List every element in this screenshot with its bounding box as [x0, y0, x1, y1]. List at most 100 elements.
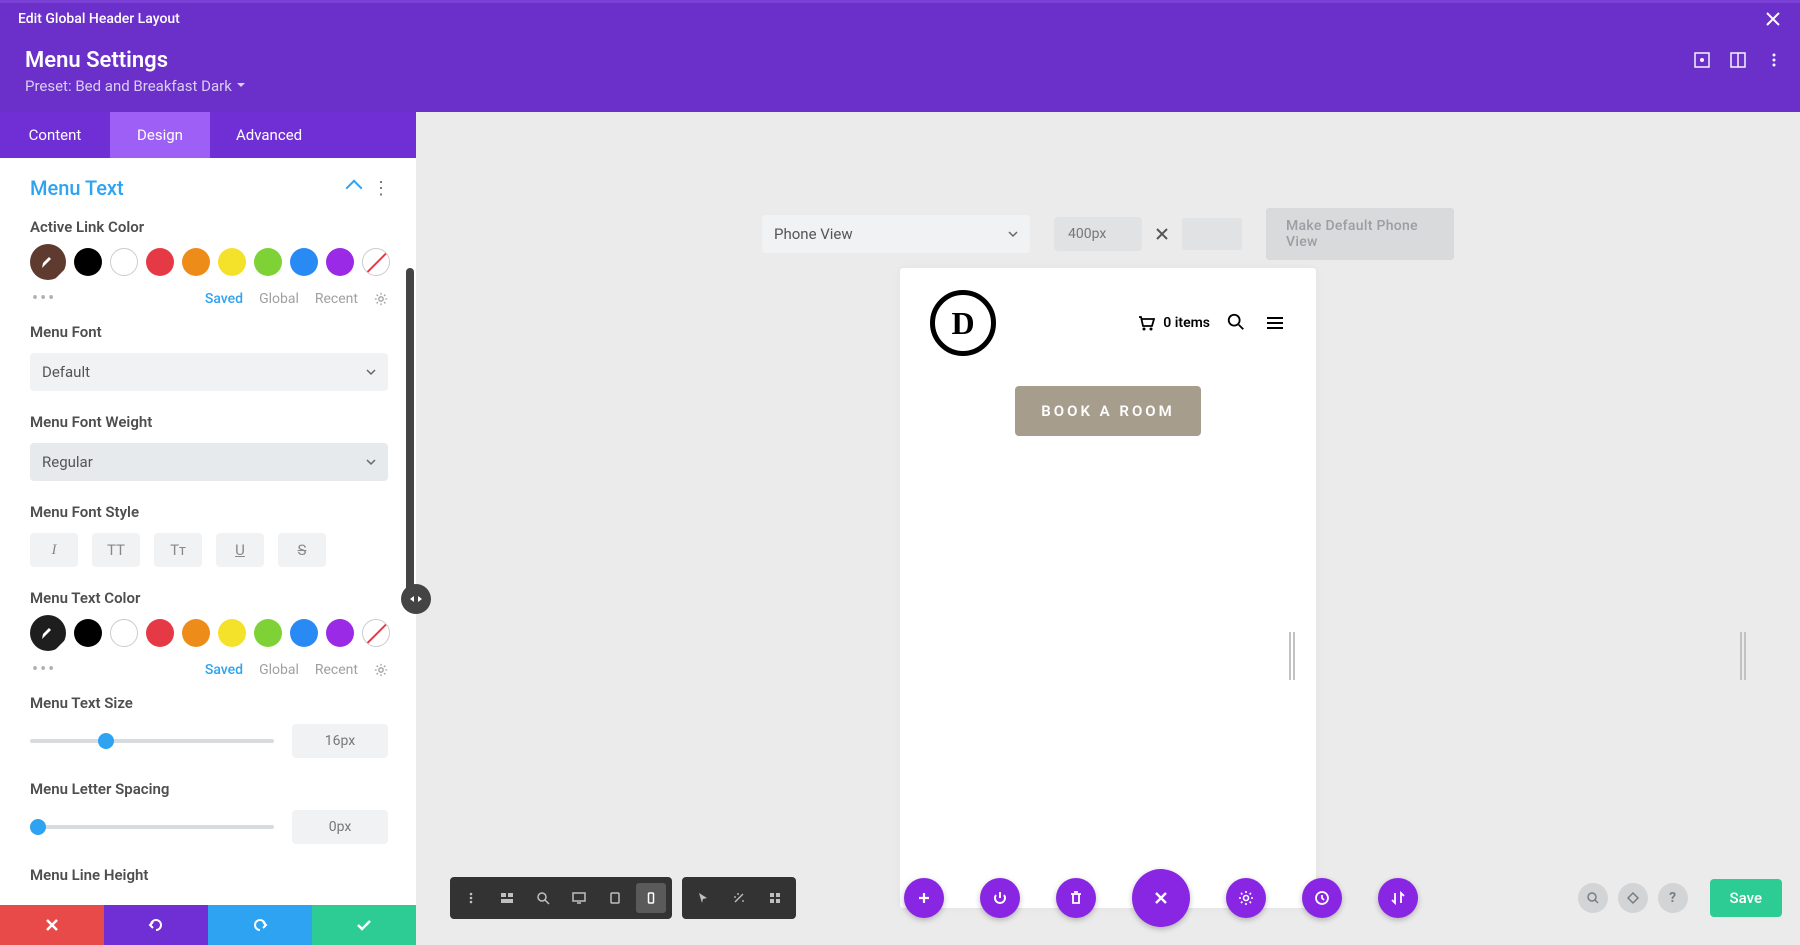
letter-spacing-value[interactable]: 0px: [292, 810, 388, 844]
style-italic[interactable]: I: [30, 533, 78, 567]
book-room-button[interactable]: BOOK A ROOM: [1015, 386, 1201, 436]
confirm-button[interactable]: [312, 905, 416, 945]
chevron-up-icon[interactable]: [346, 180, 363, 197]
settings-button[interactable]: [1226, 878, 1266, 918]
text-size-slider[interactable]: [30, 739, 274, 743]
swatch-yellow[interactable]: [218, 619, 246, 647]
chip-recent[interactable]: Recent: [315, 662, 358, 678]
sort-button[interactable]: [1378, 878, 1418, 918]
search-icon[interactable]: [1226, 312, 1248, 334]
zoom-icon[interactable]: [528, 883, 558, 913]
swatch-purple[interactable]: [326, 248, 354, 276]
swatch-none[interactable]: [362, 248, 390, 276]
tab-content[interactable]: Content: [0, 112, 110, 158]
swatch-custom[interactable]: [30, 244, 66, 280]
make-default-button[interactable]: Make Default Phone View: [1266, 208, 1454, 260]
section-title[interactable]: Menu Text: [30, 176, 348, 200]
zoom-tool-icon[interactable]: [1578, 883, 1608, 913]
lozenge-icon[interactable]: [1618, 883, 1648, 913]
chip-saved[interactable]: Saved: [205, 662, 243, 678]
chip-global[interactable]: Global: [259, 291, 299, 307]
swatch-green[interactable]: [254, 619, 282, 647]
scrollbar[interactable]: [406, 268, 414, 598]
hamburger-icon[interactable]: [1264, 312, 1286, 334]
more-vert-icon[interactable]: [1766, 52, 1782, 68]
swatch-white[interactable]: [110, 619, 138, 647]
cart-count-label: 0 items: [1163, 315, 1210, 331]
swatch-black[interactable]: [74, 619, 102, 647]
menu-font-weight-select[interactable]: Regular: [30, 443, 388, 481]
phone-icon[interactable]: [636, 883, 666, 913]
power-button[interactable]: [980, 878, 1020, 918]
chip-recent[interactable]: Recent: [315, 291, 358, 307]
swatch-red[interactable]: [146, 248, 174, 276]
gear-icon[interactable]: [374, 292, 388, 306]
wireframe-icon[interactable]: [492, 883, 522, 913]
swatch-blue[interactable]: [290, 619, 318, 647]
menu-font-select[interactable]: Default: [30, 353, 388, 391]
preset-selector[interactable]: Preset: Bed and Breakfast Dark: [25, 77, 1694, 95]
tab-design[interactable]: Design: [110, 112, 210, 158]
gear-icon[interactable]: [374, 663, 388, 677]
cart-items[interactable]: 0 items: [1137, 314, 1210, 332]
tab-advanced[interactable]: Advanced: [210, 112, 416, 158]
swatches-text-color: [30, 619, 388, 651]
columns-icon[interactable]: [1730, 52, 1746, 68]
grid-icon[interactable]: [760, 883, 790, 913]
settings-title: Menu Settings: [25, 48, 1694, 73]
expand-toggle-icon[interactable]: [401, 584, 431, 614]
chip-global[interactable]: Global: [259, 662, 299, 678]
label-active-link-color: Active Link Color: [30, 218, 388, 236]
redo-button[interactable]: [208, 905, 312, 945]
chip-saved[interactable]: Saved: [205, 291, 243, 307]
desktop-icon[interactable]: [564, 883, 594, 913]
viewport-select[interactable]: Phone View: [762, 215, 1030, 253]
wand-icon[interactable]: [724, 883, 754, 913]
letter-spacing-slider[interactable]: [30, 825, 274, 829]
style-underline[interactable]: U: [216, 533, 264, 567]
swatch-yellow[interactable]: [218, 248, 246, 276]
style-strikethrough[interactable]: S: [278, 533, 326, 567]
more-vert-icon[interactable]: ⋮: [372, 178, 388, 199]
viewport-height-input[interactable]: [1182, 218, 1242, 250]
tablet-icon[interactable]: [600, 883, 630, 913]
close-icon[interactable]: [1764, 10, 1782, 28]
panel-footer: [0, 905, 416, 945]
swatch-none[interactable]: [362, 619, 390, 647]
cursor-icon[interactable]: [688, 883, 718, 913]
viewport-width-input[interactable]: 400px: [1054, 217, 1142, 251]
resize-handle-right[interactable]: [1740, 632, 1745, 680]
layout-tools-segment: [450, 877, 672, 919]
history-button[interactable]: [1302, 878, 1342, 918]
clear-width-icon[interactable]: [1152, 224, 1172, 244]
swatch-purple[interactable]: [326, 619, 354, 647]
more-horiz-icon[interactable]: •••: [32, 659, 56, 680]
save-button[interactable]: Save: [1710, 879, 1782, 917]
style-uppercase[interactable]: TT: [92, 533, 140, 567]
swatch-green[interactable]: [254, 248, 282, 276]
swatch-custom[interactable]: [30, 615, 66, 651]
text-size-value[interactable]: 16px: [292, 724, 388, 758]
more-horiz-icon[interactable]: •••: [32, 288, 56, 309]
close-menu-button[interactable]: [1132, 869, 1190, 927]
add-button[interactable]: [904, 878, 944, 918]
discard-button[interactable]: [0, 905, 104, 945]
undo-button[interactable]: [104, 905, 208, 945]
style-smallcaps[interactable]: Tᴛ: [154, 533, 202, 567]
swatch-orange[interactable]: [182, 619, 210, 647]
label-menu-text-size: Menu Text Size: [30, 694, 388, 712]
swatches-active-link: [30, 248, 388, 280]
swatch-white[interactable]: [110, 248, 138, 276]
tabs: Content Design Advanced: [0, 112, 416, 158]
resize-handle-left[interactable]: [1289, 632, 1294, 680]
swatch-red[interactable]: [146, 619, 174, 647]
label-menu-font-weight: Menu Font Weight: [30, 413, 388, 431]
swatch-black[interactable]: [74, 248, 102, 276]
focus-icon[interactable]: [1694, 52, 1710, 68]
logo[interactable]: D: [930, 290, 996, 356]
help-icon[interactable]: ?: [1658, 883, 1688, 913]
more-vert-icon[interactable]: [456, 883, 486, 913]
trash-button[interactable]: [1056, 878, 1096, 918]
swatch-blue[interactable]: [290, 248, 318, 276]
swatch-orange[interactable]: [182, 248, 210, 276]
